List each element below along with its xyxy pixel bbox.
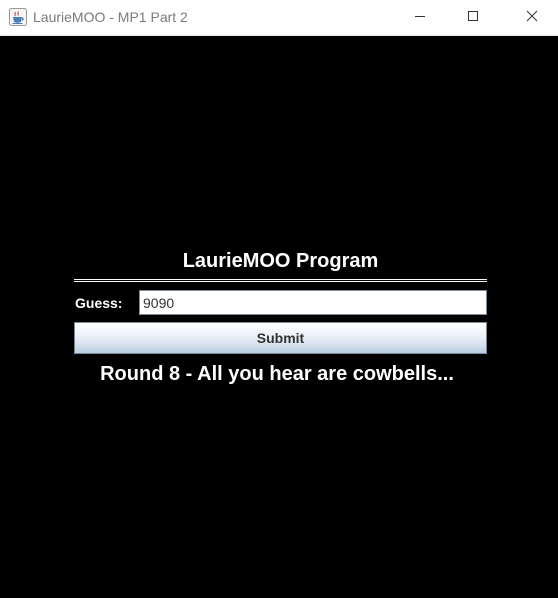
app-window: LaurieMOO - MP1 Part 2 LaurieMOO Program…	[0, 0, 558, 598]
java-cup-icon[interactable]	[9, 8, 27, 26]
maximize-button[interactable]	[450, 0, 496, 35]
maximize-icon	[467, 9, 479, 27]
close-button[interactable]	[509, 0, 555, 35]
main-panel: LaurieMOO Program Guess: Submit Round 8 …	[0, 36, 558, 598]
close-icon	[526, 9, 538, 27]
guess-label: Guess:	[75, 295, 123, 311]
guess-input[interactable]	[139, 290, 487, 315]
window-title: LaurieMOO - MP1 Part 2	[33, 9, 188, 25]
submit-button[interactable]: Submit	[74, 322, 487, 354]
title-bar[interactable]: LaurieMOO - MP1 Part 2	[0, 0, 558, 36]
program-title: LaurieMOO Program	[182, 250, 379, 272]
title-divider	[74, 279, 487, 282]
minimize-icon	[414, 9, 426, 27]
status-message: Round 8 - All you hear are cowbells...	[100, 363, 454, 385]
minimize-button[interactable]	[397, 0, 443, 35]
